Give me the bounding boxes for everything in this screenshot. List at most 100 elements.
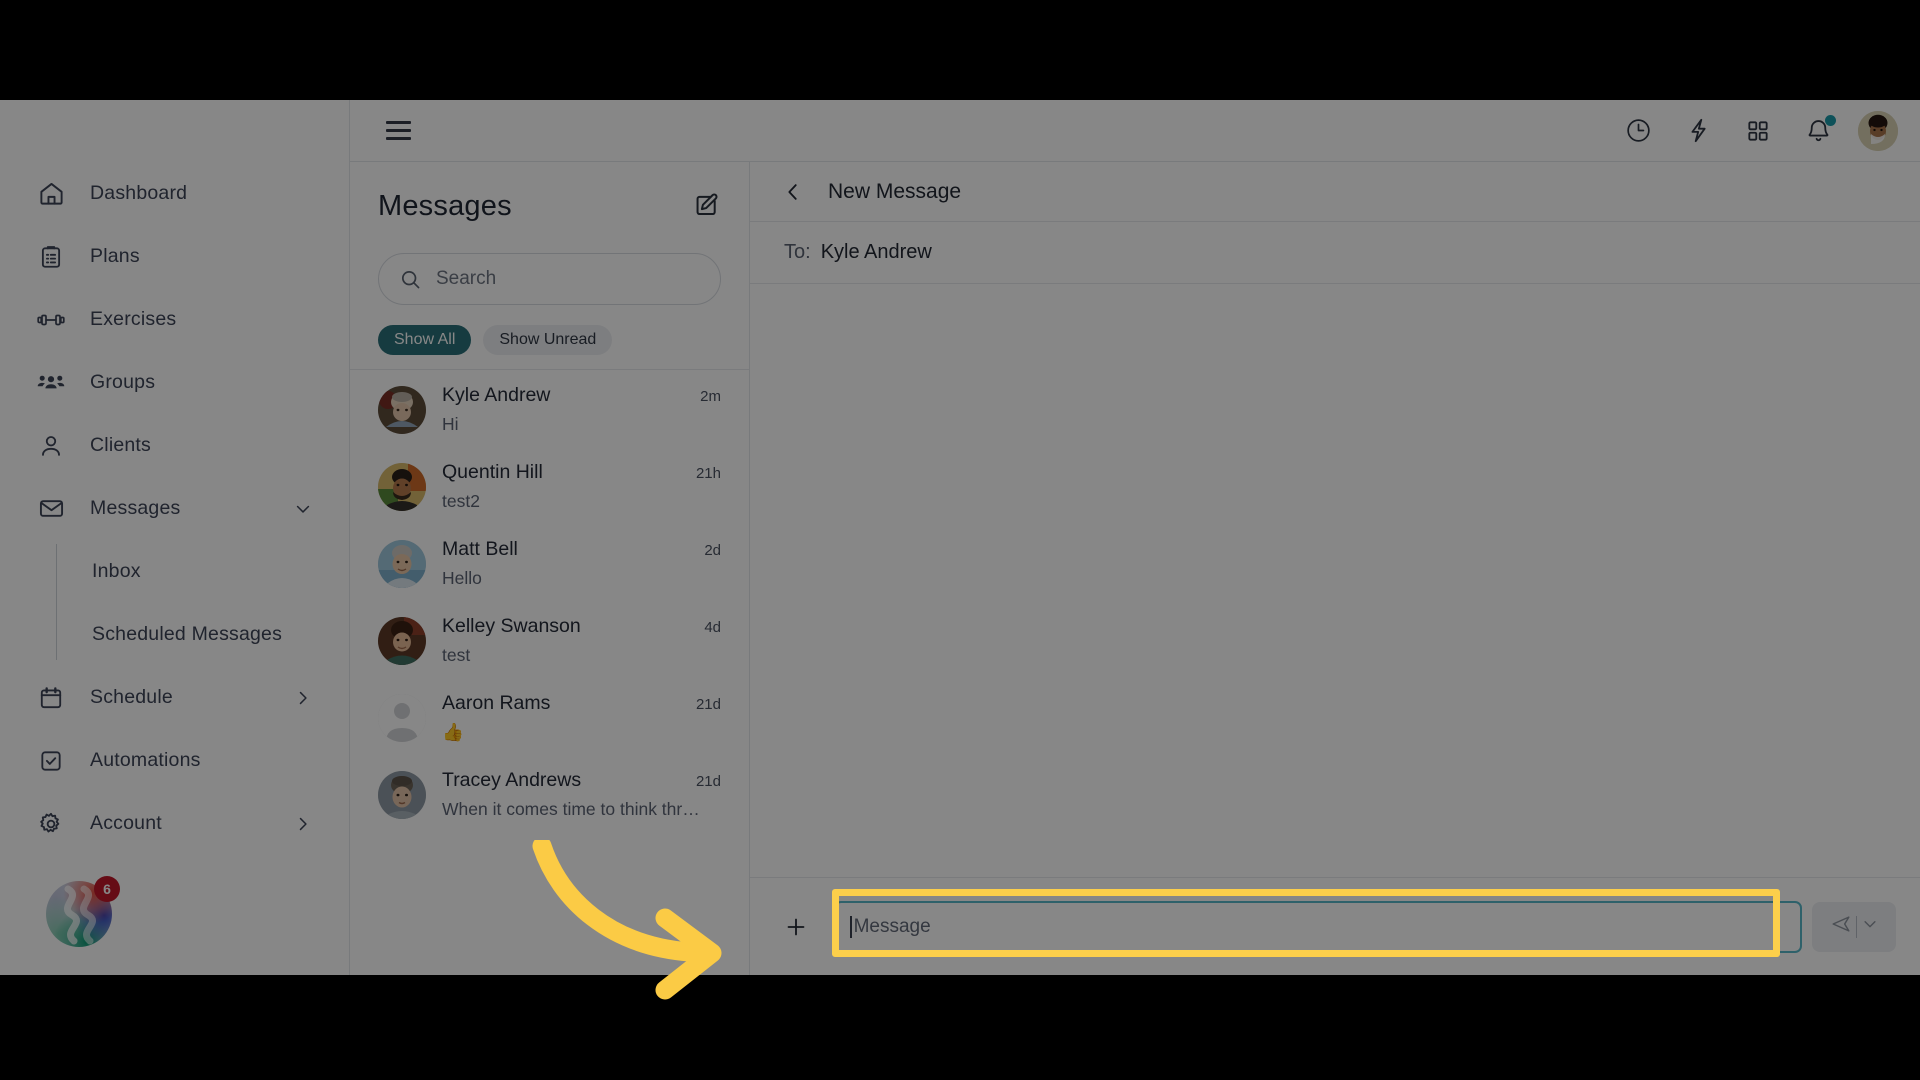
sidebar-item-schedule[interactable]: Schedule bbox=[0, 666, 349, 729]
message-preview: 👍 bbox=[442, 722, 464, 742]
list-item-body: Kyle Andrew 2m Hi bbox=[442, 384, 721, 435]
avatar bbox=[378, 386, 426, 434]
avatar bbox=[378, 540, 426, 588]
chevron-right-icon bbox=[293, 688, 313, 708]
sidebar-subitem-label: Inbox bbox=[92, 560, 141, 582]
lightning-icon[interactable] bbox=[1684, 117, 1712, 145]
sidebar-item-label: Schedule bbox=[90, 686, 173, 708]
search-placeholder: Search bbox=[436, 268, 497, 289]
sidebar-item-clients[interactable]: Clients bbox=[0, 414, 349, 477]
contact-name: Kelley Swanson bbox=[442, 615, 581, 637]
notification-dot bbox=[1825, 114, 1836, 126]
header-icon-group bbox=[1624, 114, 1836, 145]
list-item[interactable]: Matt Bell 2d Hello bbox=[350, 524, 749, 601]
thread-panel: New Message To: Kyle Andrew Message bbox=[750, 162, 1920, 975]
sidebar-item-plans[interactable]: Plans bbox=[0, 225, 349, 288]
brand-logo-button[interactable]: 6 bbox=[46, 876, 120, 947]
filter-chip-show-all[interactable]: Show All bbox=[378, 325, 472, 355]
avatar bbox=[378, 617, 426, 665]
sidebar-item-account[interactable]: Account bbox=[0, 792, 349, 855]
sidebar-item-dashboard[interactable]: Dashboard bbox=[0, 162, 349, 225]
filter-chip-show-unread[interactable]: Show Unread bbox=[483, 325, 613, 355]
text-caret bbox=[850, 915, 852, 938]
search-input[interactable]: Search bbox=[378, 253, 721, 305]
avatar-placeholder bbox=[378, 694, 426, 742]
list-item[interactable]: Kelley Swanson 4d test bbox=[350, 601, 749, 678]
sidebar-item-label: Messages bbox=[90, 497, 181, 519]
sidebar-item-groups[interactable]: Groups bbox=[0, 351, 349, 414]
sidebar-item-exercises[interactable]: Exercises bbox=[0, 288, 349, 351]
list-item-body: Tracey Andrews 21d When it comes time to… bbox=[442, 769, 721, 820]
send-icon bbox=[1830, 913, 1852, 940]
timestamp: 21d bbox=[695, 696, 721, 713]
send-button[interactable] bbox=[1812, 901, 1896, 952]
grid-icon[interactable] bbox=[1744, 117, 1772, 145]
divider bbox=[1855, 915, 1857, 938]
list-item[interactable]: Aaron Rams 21d 👍 bbox=[350, 678, 749, 755]
main-area: Messages Search Show All Show Unread Kyl… bbox=[350, 100, 1920, 975]
page-title: Messages bbox=[378, 190, 512, 222]
checkbox-icon bbox=[36, 746, 66, 776]
recipient-row[interactable]: To: Kyle Andrew bbox=[750, 222, 1920, 284]
messages-title-row: Messages bbox=[378, 190, 721, 223]
home-icon bbox=[36, 179, 66, 209]
contact-name: Quentin Hill bbox=[442, 461, 543, 483]
gear-icon bbox=[36, 809, 66, 839]
sidebar-item-label: Dashboard bbox=[90, 182, 188, 204]
recipient-label: To: bbox=[784, 241, 811, 263]
compose-icon[interactable] bbox=[693, 190, 721, 223]
contact-name: Aaron Rams bbox=[442, 692, 551, 714]
search-icon bbox=[399, 268, 422, 291]
chevron-right-icon bbox=[293, 814, 313, 834]
list-item-top-row: Aaron Rams 21d bbox=[442, 692, 721, 715]
sidebar-item-label: Clients bbox=[90, 434, 152, 456]
list-item[interactable]: Tracey Andrews 21d When it comes time to… bbox=[350, 755, 749, 832]
clock-icon[interactable] bbox=[1624, 117, 1652, 145]
sidebar-item-scheduled-messages[interactable]: Scheduled Messages bbox=[56, 603, 349, 666]
list-item[interactable]: Quentin Hill 21h test2 bbox=[350, 447, 749, 524]
envelope-icon bbox=[36, 494, 66, 524]
message-thread-body bbox=[750, 284, 1920, 877]
top-header-bar bbox=[350, 100, 1920, 162]
person-icon bbox=[36, 431, 66, 461]
message-preview: test bbox=[442, 645, 471, 665]
avatar bbox=[378, 771, 426, 819]
list-item-top-row: Kelley Swanson 4d bbox=[442, 615, 721, 638]
sidebar-item-messages[interactable]: Messages bbox=[0, 477, 349, 540]
recipient-value: Kyle Andrew bbox=[820, 241, 932, 263]
list-item-top-row: Quentin Hill 21h bbox=[442, 461, 721, 484]
message-input[interactable]: Message bbox=[834, 900, 1802, 953]
people-icon bbox=[36, 368, 66, 398]
avatar[interactable] bbox=[1858, 110, 1898, 151]
sidebar-item-label: Account bbox=[90, 812, 162, 834]
clipboard-icon bbox=[36, 242, 66, 272]
list-item-top-row: Kyle Andrew 2m bbox=[442, 384, 721, 407]
sidebar-item-label: Exercises bbox=[90, 308, 177, 330]
content-region: Messages Search Show All Show Unread Kyl… bbox=[350, 162, 1920, 975]
chevron-left-icon[interactable] bbox=[776, 175, 810, 209]
list-item-top-row: Matt Bell 2d bbox=[442, 538, 721, 561]
filter-chip-group: Show All Show Unread bbox=[378, 325, 721, 369]
sidebar-item-inbox[interactable]: Inbox bbox=[56, 540, 349, 603]
message-composer: Message bbox=[750, 877, 1920, 975]
hamburger-icon[interactable] bbox=[386, 121, 411, 140]
list-item-top-row: Tracey Andrews 21d bbox=[442, 769, 721, 792]
sidebar-item-label: Groups bbox=[90, 371, 156, 393]
timestamp: 2d bbox=[704, 542, 721, 559]
timestamp: 21h bbox=[695, 465, 721, 482]
sidebar-item-label: Plans bbox=[90, 245, 140, 267]
sidebar-item-automations[interactable]: Automations bbox=[0, 729, 349, 792]
chevron-down-icon bbox=[1861, 915, 1879, 938]
list-item-body: Aaron Rams 21d 👍 bbox=[442, 692, 721, 743]
bell-icon[interactable] bbox=[1804, 114, 1836, 145]
dumbbell-icon bbox=[36, 305, 66, 335]
sidebar-item-label: Automations bbox=[90, 749, 201, 771]
messages-list-header: Messages Search Show All Show Unread bbox=[350, 162, 749, 369]
app-window: Dashboard Plans Exercises Groups Clients… bbox=[0, 100, 1920, 975]
message-placeholder: Message bbox=[853, 915, 931, 937]
list-item-body: Kelley Swanson 4d test bbox=[442, 615, 721, 666]
message-preview: When it comes time to think thr… bbox=[442, 799, 700, 819]
plus-icon[interactable] bbox=[776, 907, 816, 947]
conversation-list[interactable]: Kyle Andrew 2m Hi Quentin Hill 21h test2… bbox=[350, 369, 749, 975]
list-item[interactable]: Kyle Andrew 2m Hi bbox=[350, 370, 749, 447]
